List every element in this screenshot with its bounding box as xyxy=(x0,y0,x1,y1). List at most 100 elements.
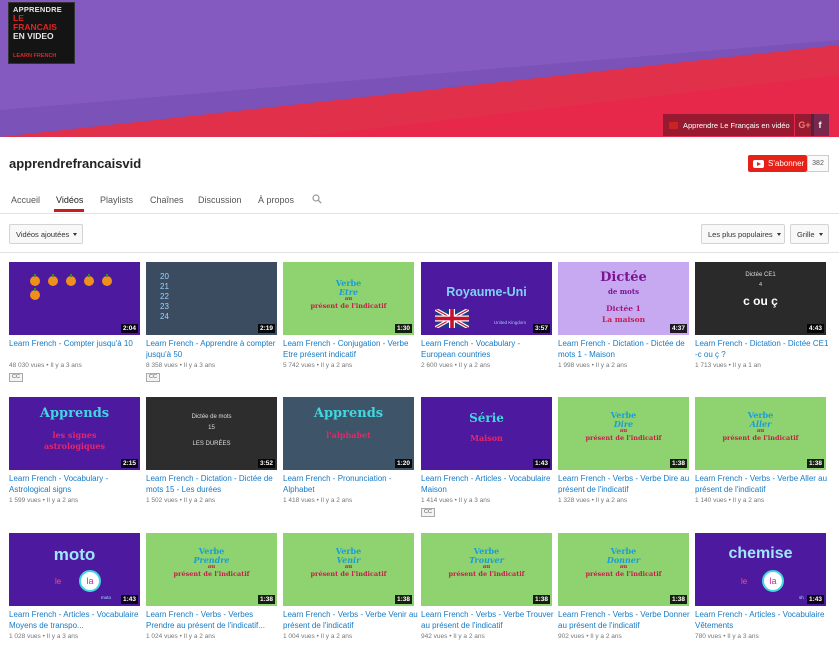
video-title[interactable]: Learn French - Conjugation - Verbe Etre … xyxy=(283,338,418,360)
thumb-text: présent de l'indicatif xyxy=(448,570,525,578)
video-age: Il y a 2 ans xyxy=(183,633,216,640)
thumb-text: Dictée xyxy=(600,270,647,285)
thumb-text: La maison xyxy=(601,315,646,324)
video-thumbnail[interactable]: Verbe Venir au présent de l'indicatif 1:… xyxy=(283,533,414,606)
thumb-text: chemise xyxy=(728,545,793,562)
video-title[interactable]: Learn French - Vocabulary - Astrological… xyxy=(9,473,144,495)
video-thumbnail[interactable]: Verbe Etre au présent de l'indicatif 1:3… xyxy=(283,262,414,335)
uploaded-videos-dropdown[interactable]: Vidéos ajoutées xyxy=(9,224,83,244)
search-icon[interactable] xyxy=(312,194,322,204)
meta-separator: • xyxy=(591,497,594,504)
video-thumbnail[interactable]: moto le la moto 1:43 xyxy=(9,533,140,606)
video-title[interactable]: Learn French - Compter jusqu'à 10 xyxy=(9,338,144,349)
video-title[interactable]: Learn French - Verbs - Verbes Prendre au… xyxy=(146,609,281,631)
video-meta: 780 vues • Il y a 3 ans xyxy=(695,633,759,640)
video-title[interactable]: Learn French - Articles - Vocabulaire Vê… xyxy=(695,609,830,631)
video-thumbnail[interactable]: Verbe Dire au présent de l'indicatif 1:3… xyxy=(558,397,689,470)
video-views: 1 328 vues xyxy=(558,497,590,504)
logo-line-2: LE FRANCAIS xyxy=(13,13,57,32)
subscribe-button[interactable]: S'abonner xyxy=(748,155,807,172)
video-age: Il y a 2 ans xyxy=(320,362,353,369)
video-thumbnail[interactable]: Apprends les signes astrologiques 2:15 xyxy=(9,397,140,470)
tab-about[interactable]: À propos xyxy=(258,195,294,205)
video-duration: 1:38 xyxy=(532,595,550,604)
video-views: 780 vues xyxy=(695,633,722,640)
video-title[interactable]: Learn French - Dictation - Dictée de mot… xyxy=(558,338,693,360)
video-meta: 1 024 vues • Il y a 2 ans xyxy=(146,633,215,640)
view-mode-label: Grille xyxy=(797,229,815,239)
subscribe-label: S'abonner xyxy=(768,159,805,168)
video-title[interactable]: Learn French - Verbs - Verbe Donner au p… xyxy=(558,609,693,631)
video-age: Il y a 2 ans xyxy=(453,633,485,640)
video-title[interactable]: Learn French - Articles - Vocabulaire Ma… xyxy=(421,473,556,495)
video-title[interactable]: Learn French - Vocabulary - European cou… xyxy=(421,338,556,360)
meta-separator: • xyxy=(586,633,589,640)
thumb-text: Maison xyxy=(470,433,503,443)
sort-dropdown[interactable]: Les plus populaires xyxy=(701,224,785,244)
video-title[interactable]: Learn French - Dictation - Dictée de mot… xyxy=(146,473,281,495)
thumb-text: le xyxy=(55,577,62,586)
thumb-text: moto xyxy=(53,545,96,564)
video-title[interactable]: Learn French - Verbs - Verbe Dire au pré… xyxy=(558,473,693,495)
channel-logo[interactable]: APPRENDRE LE FRANCAIS EN VIDEO LEARN FRE… xyxy=(8,2,75,64)
video-duration: 1:38 xyxy=(394,595,412,604)
channel-name[interactable]: apprendrefrancaisvid xyxy=(9,156,141,171)
thumb-text: présent de l'indicatif xyxy=(585,570,662,578)
tab-channels[interactable]: Chaînes xyxy=(150,195,184,205)
video-thumbnail[interactable]: Verbe Trouver au présent de l'indicatif … xyxy=(421,533,552,606)
thumb-text: 4 xyxy=(758,282,763,288)
video-title[interactable]: Learn French - Dictation - Dictée CE1 -c… xyxy=(695,338,830,360)
logo-line-4: LEARN FRENCH xyxy=(13,53,57,59)
video-thumbnail[interactable]: Dictée de mots 15 LES DURÉES 3:52 xyxy=(146,397,277,470)
video-title[interactable]: Learn French - Pronunciation - Alphabet xyxy=(283,473,418,495)
flag-icon xyxy=(669,121,678,129)
video-meta: 2 600 vues • Il y a 2 ans xyxy=(421,362,490,369)
video-meta: 1 418 vues • Il y a 2 ans xyxy=(283,497,352,504)
active-tab-indicator xyxy=(54,209,84,212)
video-thumbnail[interactable]: Dictée de mots Dictée 1 La maison 4:37 xyxy=(558,262,689,335)
tab-home[interactable]: Accueil xyxy=(11,195,40,205)
video-thumbnail[interactable]: Verbe Aller au présent de l'indicatif 1:… xyxy=(695,397,826,470)
video-meta: 1 502 vues • Il y a 2 ans xyxy=(146,497,215,504)
video-duration: 1:43 xyxy=(120,595,138,604)
video-thumbnail[interactable]: Dictée CE1 4 c ou ç 4:43 xyxy=(695,262,826,335)
video-thumbnail[interactable]: chemise le la sh 1:43 xyxy=(695,533,826,606)
video-title[interactable]: Learn French - Apprendre à compter jusqu… xyxy=(146,338,281,360)
video-age: Il y a 2 ans xyxy=(320,497,353,504)
video-thumbnail[interactable]: 20 21 22 23 24 2:19 xyxy=(146,262,277,335)
video-title[interactable]: Learn French - Articles - Vocabulaire Mo… xyxy=(9,609,144,631)
video-views: 1 024 vues xyxy=(146,633,178,640)
meta-separator: • xyxy=(179,362,182,369)
video-thumbnail[interactable]: Verbe Prendre au présent de l'indicatif … xyxy=(146,533,277,606)
banner-channel-link[interactable]: Apprendre Le Français en vidéo xyxy=(663,114,794,136)
thumb-text: United Kingdom xyxy=(494,320,527,325)
uploaded-videos-label: Vidéos ajoutées xyxy=(16,229,70,239)
video-views: 1 028 vues xyxy=(9,633,41,640)
banner-channel-link-label: Apprendre Le Français en vidéo xyxy=(683,120,790,130)
video-thumbnail[interactable]: Royaume-Uni United Kingdom 3:57 xyxy=(421,262,552,335)
video-title[interactable]: Learn French - Verbs - Verbe Trouver au … xyxy=(421,609,556,631)
thumb-text: Dictée de mots xyxy=(191,414,232,420)
tab-discussion[interactable]: Discussion xyxy=(198,195,242,205)
video-views: 1 414 vues xyxy=(421,497,453,504)
video-thumbnail[interactable]: Verbe Donner au présent de l'indicatif 1… xyxy=(558,533,689,606)
subscriber-count: 382 xyxy=(807,155,829,172)
video-title[interactable]: Learn French - Verbs - Verbe Venir au pr… xyxy=(283,609,418,631)
tab-videos[interactable]: Vidéos xyxy=(56,195,83,205)
meta-separator: • xyxy=(591,362,594,369)
tab-playlists[interactable]: Playlists xyxy=(100,195,133,205)
logo-line-3: EN VIDEO xyxy=(13,31,54,41)
video-thumbnail[interactable]: Apprends l'alphabet 1:20 xyxy=(283,397,414,470)
video-duration: 4:43 xyxy=(806,324,824,333)
meta-separator: • xyxy=(454,362,457,369)
video-duration: 3:57 xyxy=(532,324,550,333)
video-thumbnail[interactable]: Série Maison 1:43 xyxy=(421,397,552,470)
cc-badge: CC xyxy=(146,373,160,382)
video-thumbnail[interactable]: 2:04 xyxy=(9,262,140,335)
facebook-icon[interactable]: f xyxy=(811,114,829,136)
video-views: 1 599 vues xyxy=(9,497,41,504)
video-title[interactable]: Learn French - Verbs - Verbe Aller au pr… xyxy=(695,473,830,495)
video-meta: 1 998 vues • Il y a 2 ans xyxy=(558,362,627,369)
view-mode-dropdown[interactable]: Grille xyxy=(790,224,829,244)
video-age: Il y a 1 an xyxy=(732,362,761,369)
